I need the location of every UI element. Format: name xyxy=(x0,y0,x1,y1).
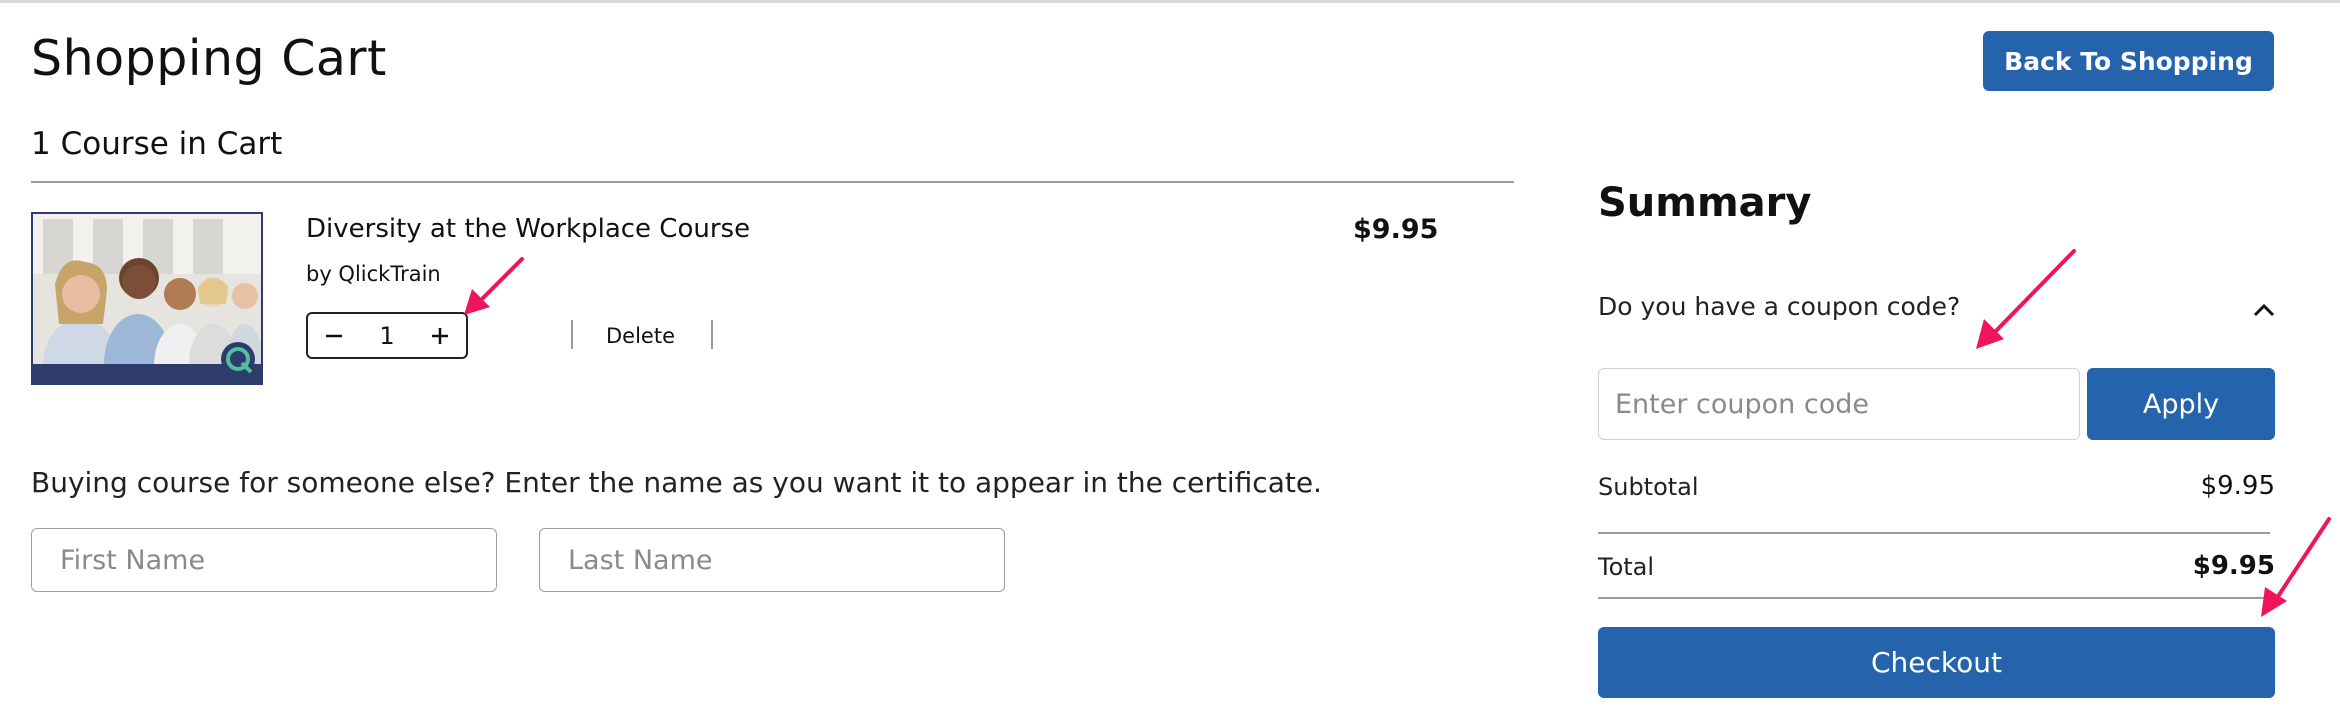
coupon-toggle-button[interactable] xyxy=(2250,296,2278,324)
summary-divider xyxy=(1598,532,2270,534)
coupon-input[interactable] xyxy=(1598,368,2080,440)
plus-icon xyxy=(432,327,448,344)
course-author: by QlickTrain xyxy=(306,262,441,286)
delete-link[interactable]: Delete xyxy=(606,324,675,348)
minus-icon xyxy=(326,334,342,337)
annotation-arrow-icon xyxy=(1976,249,2076,349)
last-name-input[interactable] xyxy=(539,528,1005,592)
decrease-quantity-button[interactable] xyxy=(320,322,348,350)
total-label: Total xyxy=(1598,553,1655,581)
quantity-stepper: 1 xyxy=(306,312,468,359)
summary-title: Summary xyxy=(1598,180,1812,226)
cart-divider xyxy=(31,181,1514,183)
coupon-toggle-label[interactable]: Do you have a coupon code? xyxy=(1598,292,1960,321)
apply-coupon-button[interactable]: Apply xyxy=(2087,368,2275,440)
chevron-up-icon xyxy=(2253,303,2275,317)
annotation-arrow-icon xyxy=(2261,517,2331,617)
course-image xyxy=(33,214,261,383)
gift-prompt: Buying course for someone else? Enter th… xyxy=(31,466,1322,499)
first-name-input[interactable] xyxy=(31,528,497,592)
course-thumbnail[interactable] xyxy=(31,212,263,385)
subtotal-label: Subtotal xyxy=(1598,473,1699,501)
summary-divider xyxy=(1598,597,2270,599)
subtotal-value: $9.95 xyxy=(2200,471,2275,501)
action-separator xyxy=(571,320,573,349)
increase-quantity-button[interactable] xyxy=(426,322,454,350)
back-to-shopping-button[interactable]: Back To Shopping xyxy=(1983,31,2274,91)
course-price: $9.95 xyxy=(1353,214,1439,245)
quantity-value[interactable]: 1 xyxy=(379,322,394,350)
cart-count: 1 Course in Cart xyxy=(31,126,283,162)
action-separator xyxy=(711,320,713,349)
checkout-button[interactable]: Checkout xyxy=(1598,627,2275,698)
top-border xyxy=(0,0,2340,3)
annotation-arrow-icon xyxy=(464,257,524,315)
course-title[interactable]: Diversity at the Workplace Course xyxy=(306,214,750,244)
page-title: Shopping Cart xyxy=(31,30,387,87)
